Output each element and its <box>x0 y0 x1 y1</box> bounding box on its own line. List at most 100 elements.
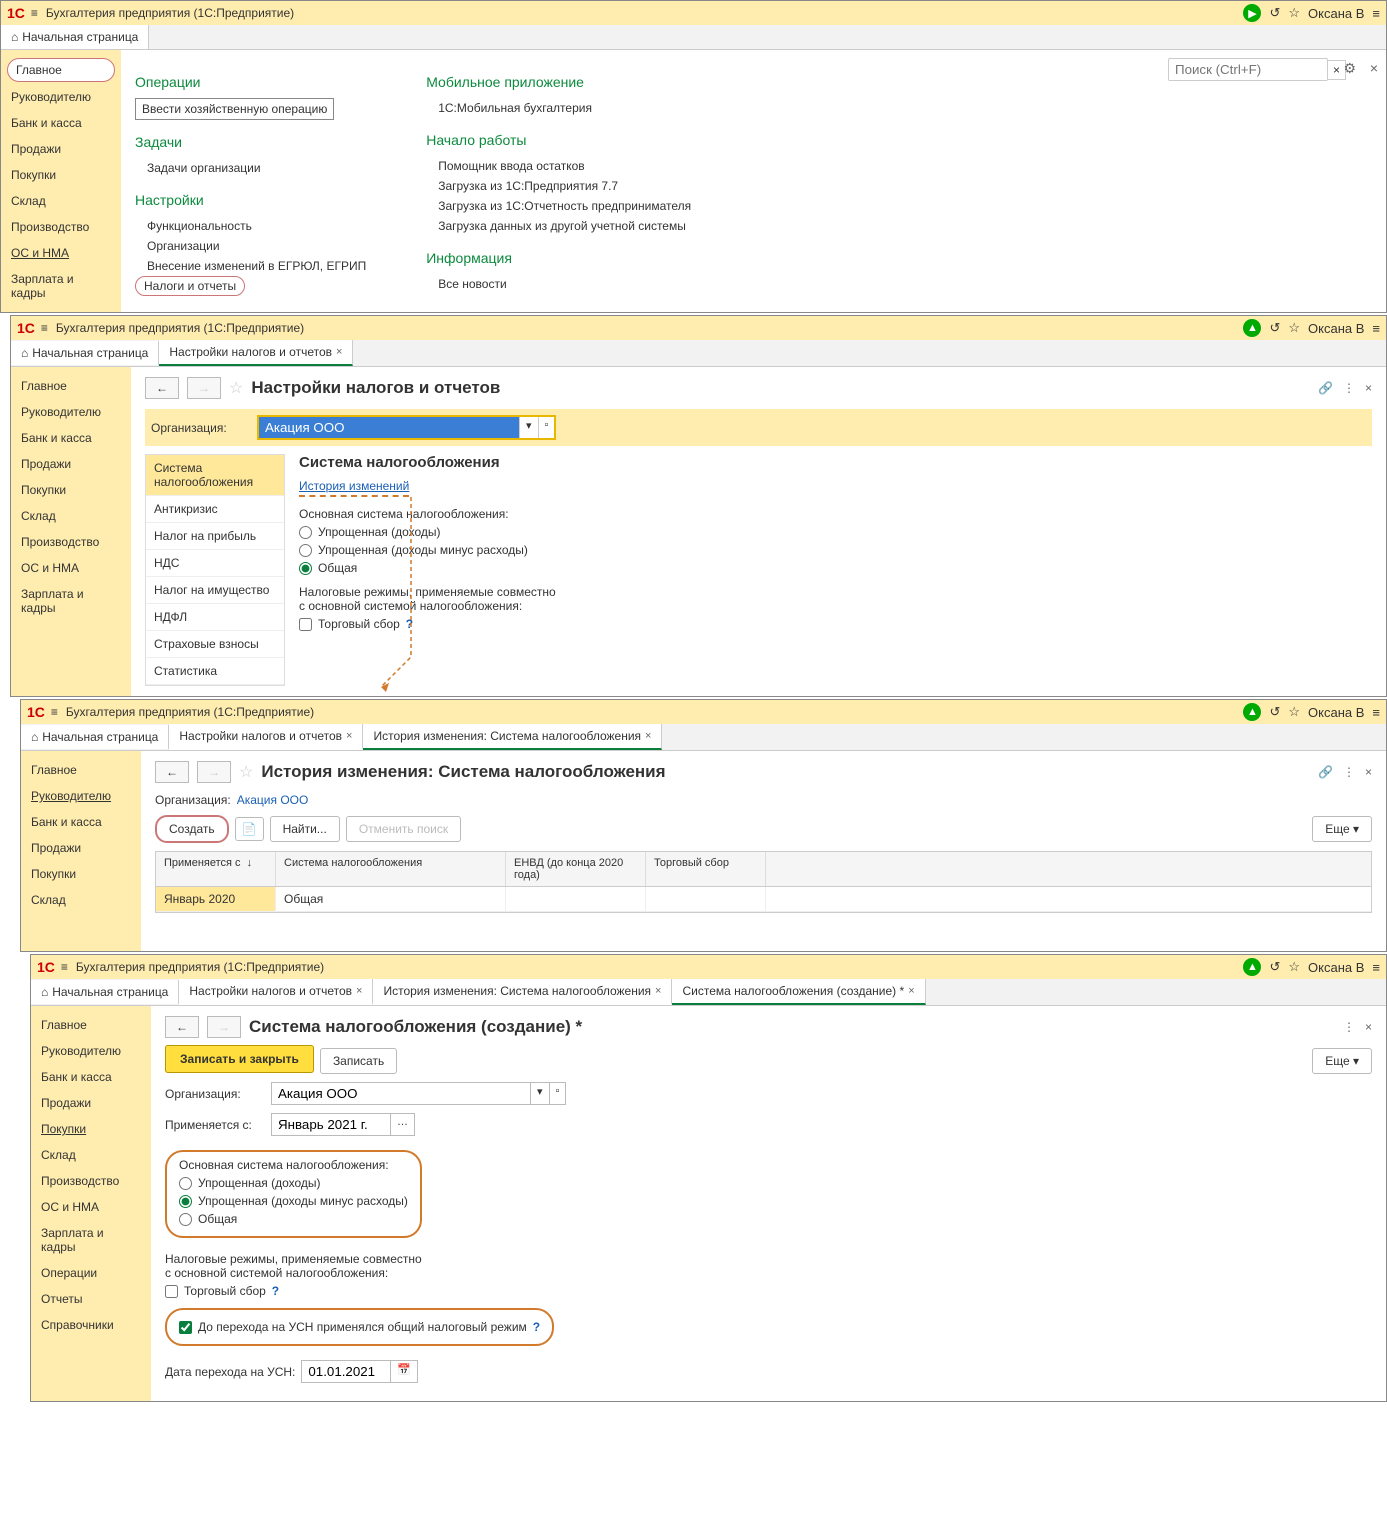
help-icon[interactable]: ? <box>533 1320 540 1334</box>
tax-nav-item[interactable]: Налог на прибыль <box>146 523 284 550</box>
close-icon[interactable]: × <box>346 730 352 742</box>
radio-usn-income[interactable] <box>299 526 312 539</box>
link-taxes-reports[interactable]: Налоги и отчеты <box>135 276 245 296</box>
link-icon[interactable]: 🔗 <box>1318 765 1333 779</box>
history-icon[interactable]: ↺ <box>1269 959 1280 975</box>
sidebar-item[interactable]: Операции <box>31 1260 151 1286</box>
sidebar-item[interactable]: Руководителю <box>21 783 141 809</box>
sidebar-item[interactable]: Покупки <box>31 1116 151 1142</box>
menu-icon[interactable]: ≡ <box>1372 6 1380 21</box>
sidebar-item[interactable]: Справочники <box>31 1312 151 1338</box>
sidebar-item[interactable]: Главное <box>31 1012 151 1038</box>
sidebar-item[interactable]: Склад <box>21 887 141 913</box>
help-icon[interactable]: ? <box>272 1284 279 1298</box>
bell-icon[interactable]: ▲ <box>1243 958 1261 976</box>
bell-icon[interactable]: ▲ <box>1243 703 1261 721</box>
hamburger-icon[interactable]: ≡ <box>61 960 68 974</box>
sidebar-item[interactable]: Банк и касса <box>21 809 141 835</box>
sidebar-item[interactable]: Руководителю <box>31 1038 151 1064</box>
col-header[interactable]: Торговый сбор <box>646 852 766 886</box>
forward-button[interactable]: → <box>187 377 221 399</box>
link-item[interactable]: Внесение изменений в ЕГРЮЛ, ЕГРИП <box>135 256 366 276</box>
menu-icon[interactable]: ≡ <box>1372 960 1380 975</box>
save-close-button[interactable]: Записать и закрыть <box>165 1045 314 1073</box>
check-trade-fee[interactable] <box>165 1285 178 1298</box>
star-icon[interactable]: ☆ <box>239 762 253 782</box>
org-input[interactable] <box>259 417 519 438</box>
check-trade-fee[interactable] <box>299 618 312 631</box>
sidebar-item[interactable]: Главное <box>21 757 141 783</box>
more-icon[interactable]: ⋮ <box>1343 1020 1355 1034</box>
tax-nav-item[interactable]: Статистика <box>146 658 284 685</box>
close-icon[interactable]: × <box>908 985 914 997</box>
history-icon[interactable]: ↺ <box>1269 5 1280 21</box>
help-icon[interactable]: ? <box>406 617 413 631</box>
search-input[interactable] <box>1168 58 1328 81</box>
play-icon[interactable]: ▶ <box>1243 4 1261 22</box>
sidebar-item[interactable]: Производство <box>11 529 131 555</box>
forward-button[interactable]: → <box>207 1016 241 1038</box>
tab-tax-settings[interactable]: Настройки налогов и отчетов× <box>159 340 353 366</box>
star-icon[interactable]: ☆ <box>1288 704 1300 720</box>
radio-usn-expense[interactable] <box>179 1195 192 1208</box>
menu-icon[interactable]: ≡ <box>1372 321 1380 336</box>
menu-icon[interactable]: ≡ <box>1372 705 1380 720</box>
sidebar-item[interactable]: Банк и касса <box>1 110 121 136</box>
sidebar-item[interactable]: ОС и НМА <box>1 240 121 266</box>
radio-usn-income[interactable] <box>179 1177 192 1190</box>
back-button[interactable]: ← <box>145 377 179 399</box>
bell-icon[interactable]: ▲ <box>1243 319 1261 337</box>
open-icon[interactable]: ▫ <box>538 417 555 438</box>
col-header[interactable]: ЕНВД (до конца 2020 года) <box>506 852 646 886</box>
history-link[interactable]: История изменений <box>299 479 409 497</box>
tax-nav-item[interactable]: Страховые взносы <box>146 631 284 658</box>
close-icon[interactable]: × <box>645 730 651 742</box>
tax-nav-item[interactable]: Налог на имущество <box>146 577 284 604</box>
sidebar-item[interactable]: Покупки <box>21 861 141 887</box>
sidebar-item[interactable]: Руководителю <box>1 84 121 110</box>
link-item[interactable]: Загрузка из 1С:Предприятия 7.7 <box>426 176 691 196</box>
home-tab[interactable]: ⌂Начальная страница <box>21 725 169 749</box>
find-button[interactable]: Найти... <box>270 816 340 842</box>
sidebar-item[interactable]: Главное <box>11 373 131 399</box>
tax-nav-item[interactable]: НДФЛ <box>146 604 284 631</box>
link-item[interactable]: Задачи организации <box>135 158 366 178</box>
user-name[interactable]: Оксана В <box>1308 705 1364 720</box>
star-icon[interactable]: ☆ <box>229 378 243 398</box>
sidebar-item[interactable]: Отчеты <box>31 1286 151 1312</box>
calendar-icon[interactable]: 📅 <box>391 1360 418 1383</box>
back-button[interactable]: ← <box>155 761 189 783</box>
close-icon[interactable]: × <box>1365 765 1372 779</box>
hamburger-icon[interactable]: ≡ <box>51 705 58 719</box>
link-item[interactable]: Помощник ввода остатков <box>426 156 691 176</box>
sidebar-item[interactable]: Покупки <box>1 162 121 188</box>
radio-usn-expense[interactable] <box>299 544 312 557</box>
tax-nav-item[interactable]: Система налогообложения <box>146 455 284 496</box>
sidebar-item[interactable]: Продажи <box>31 1090 151 1116</box>
tab-create[interactable]: Система налогообложения (создание) *× <box>672 979 925 1005</box>
close-icon[interactable]: × <box>336 346 342 358</box>
sidebar-item[interactable]: Руководителю <box>11 399 131 425</box>
usn-date-input[interactable] <box>301 1360 391 1383</box>
dropdown-icon[interactable]: ▾ <box>531 1082 550 1105</box>
sidebar-item[interactable]: Производство <box>31 1168 151 1194</box>
user-name[interactable]: Оксана В <box>1308 6 1364 21</box>
sidebar-item-main[interactable]: Главное <box>7 58 115 82</box>
home-tab[interactable]: ⌂ Начальная страница <box>1 25 149 49</box>
sidebar-item[interactable]: Зарплата и кадры <box>31 1220 151 1260</box>
open-icon[interactable]: ▫ <box>550 1082 567 1105</box>
sidebar-item[interactable]: Зарплата и кадры <box>1 266 121 306</box>
sidebar-item[interactable]: Производство <box>1 214 121 240</box>
sidebar-item[interactable]: Покупки <box>11 477 131 503</box>
check-usn-prev[interactable] <box>179 1321 192 1334</box>
more-button[interactable]: Еще ▾ <box>1312 1048 1372 1074</box>
more-icon[interactable]: ⋮ <box>1343 765 1355 779</box>
radio-general[interactable] <box>179 1213 192 1226</box>
tax-nav-item[interactable]: Антикризис <box>146 496 284 523</box>
sidebar-item[interactable]: Банк и касса <box>11 425 131 451</box>
copy-button[interactable]: 📄 <box>235 817 264 841</box>
sidebar-item[interactable]: Склад <box>1 188 121 214</box>
sidebar-item[interactable]: ОС и НМА <box>11 555 131 581</box>
tab-history[interactable]: История изменения: Система налогообложен… <box>363 724 662 750</box>
star-icon[interactable]: ☆ <box>1288 5 1300 21</box>
